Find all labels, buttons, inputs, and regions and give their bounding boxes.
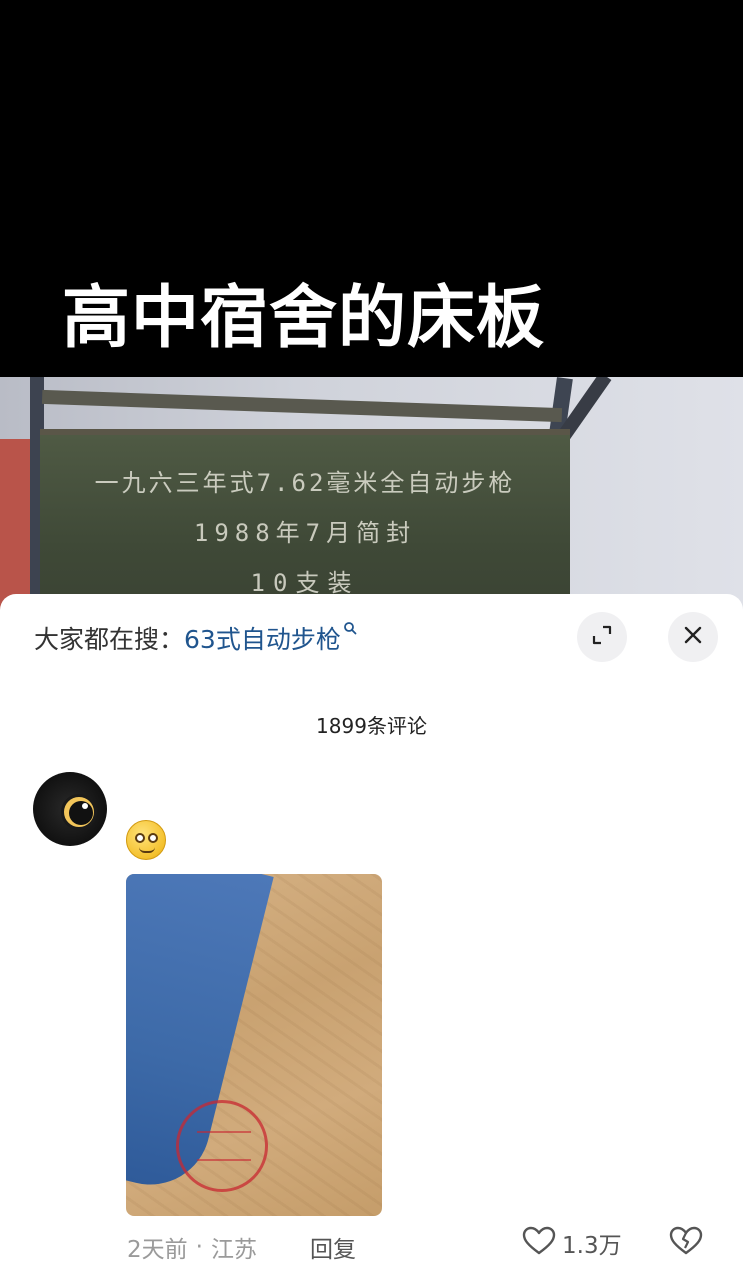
emoji-eye-right — [148, 833, 158, 843]
reply-button[interactable]: 回复 — [310, 1230, 356, 1264]
comment-meta: 2天前 · 江苏 — [127, 1230, 257, 1264]
comment-sheet: 大家都在搜： 63式自动步枪 1899条评论 2天前 · 江苏 回复 1.3万 — [0, 594, 743, 1280]
close-button[interactable] — [668, 612, 718, 662]
meta-separator: · — [195, 1234, 203, 1260]
comment-photo[interactable] — [126, 874, 382, 1216]
close-icon — [683, 625, 703, 649]
red-seal-stamp — [176, 1100, 268, 1192]
stencil-line-2: 1988年7月简封 — [193, 519, 417, 547]
stamp-inner — [197, 1131, 251, 1161]
dislike-button[interactable] — [669, 1226, 703, 1260]
like-button[interactable]: 1.3万 — [522, 1226, 622, 1260]
search-suggestion[interactable]: 大家都在搜： 63式自动步枪 — [34, 616, 357, 660]
search-icon — [343, 621, 357, 639]
stencil-line-3: 10支装 — [250, 569, 360, 597]
video-caption: 高中宿舍的床板 — [62, 279, 546, 358]
broken-heart-icon — [669, 1226, 703, 1260]
smiling-face-emoji — [126, 820, 166, 860]
ammo-crate-board: 一九六三年式7.62毫米全自动步枪 1988年7月简封 10支装 — [40, 429, 570, 620]
expand-icon — [591, 624, 613, 650]
bed-frame-top — [41, 389, 563, 423]
avatar[interactable] — [33, 772, 107, 846]
comment-time: 2天前 — [127, 1237, 188, 1263]
search-prefix: 大家都在搜： — [34, 625, 185, 654]
emoji-mouth — [139, 847, 155, 853]
like-count: 1.3万 — [562, 1233, 622, 1259]
avatar-eye — [61, 794, 97, 830]
video-frame: 一九六三年式7.62毫米全自动步枪 1988年7月简封 10支装 — [0, 377, 743, 620]
heart-icon — [522, 1226, 556, 1260]
expand-button[interactable] — [577, 612, 627, 662]
comment-count: 1899条评论 — [316, 714, 427, 738]
search-term-link[interactable]: 63式自动步枪 — [184, 620, 341, 656]
avatar-shine — [82, 803, 88, 809]
stencil-line-1: 一九六三年式7.62毫米全自动步枪 — [94, 469, 516, 497]
emoji-eye-left — [135, 833, 145, 843]
avatar-pupil — [69, 801, 93, 825]
video-player[interactable]: 高中宿舍的床板 一九六三年式7.62毫米全自动步枪 1988年7月简封 10支装 — [0, 0, 743, 620]
comment-location: 江苏 — [210, 1237, 257, 1263]
